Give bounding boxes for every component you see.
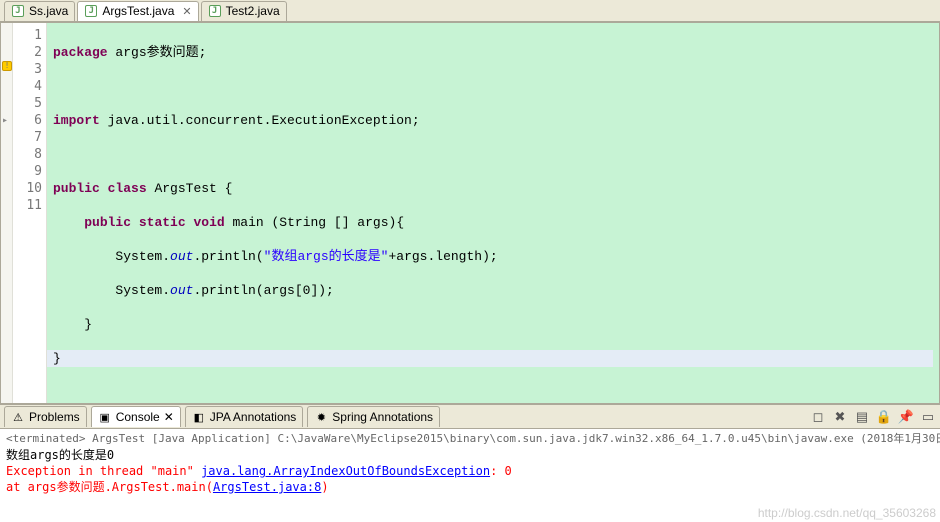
clear-icon[interactable]: ▤ xyxy=(854,409,870,425)
bottom-panel: ⚠ Problems ▣ Console ✕ ◧ JPA Annotations… xyxy=(0,404,940,522)
terminated-status: <terminated> ArgsTest [Java Application]… xyxy=(6,431,934,447)
code-editor: ! ▸ 1 2 3 4 5 6 7 8 9 10 11 package args… xyxy=(0,22,940,404)
remove-launch-icon[interactable]: ◻ xyxy=(810,409,826,425)
line-number: 8 xyxy=(13,146,42,163)
tab-problems[interactable]: ⚠ Problems xyxy=(4,406,87,427)
watermark: http://blog.csdn.net/qq_35603268 xyxy=(758,506,936,520)
scroll-lock-icon[interactable]: 🔒 xyxy=(876,409,892,425)
line-number: 11 xyxy=(13,197,42,214)
tab-label: Spring Annotations xyxy=(332,410,433,424)
tab-label: Test2.java xyxy=(226,4,280,18)
java-file-icon: J xyxy=(208,4,222,18)
spring-icon: ✹ xyxy=(314,410,328,424)
exception-link[interactable]: java.lang.ArrayIndexOutOfBoundsException xyxy=(201,464,490,478)
marker-bar xyxy=(1,23,13,403)
line-number: 7 xyxy=(13,129,42,146)
line-number: 4 xyxy=(13,78,42,95)
console-toolbar: ◻ ✖ ▤ 🔒 📌 ▭ xyxy=(810,409,936,425)
warning-icon[interactable]: ! xyxy=(2,61,12,71)
line-number: 3 xyxy=(13,61,42,78)
display-icon[interactable]: ▭ xyxy=(920,409,936,425)
tab-label: Ss.java xyxy=(29,4,68,18)
stacktrace-link[interactable]: ArgsTest.java:8 xyxy=(213,480,321,494)
close-icon[interactable]: ✕ xyxy=(164,410,174,424)
line-number: 2 xyxy=(13,44,42,61)
editor-tab-ss[interactable]: J Ss.java xyxy=(4,1,75,21)
tab-jpa-annotations[interactable]: ◧ JPA Annotations xyxy=(185,406,304,427)
line-number: 10 xyxy=(13,180,42,197)
code-area[interactable]: package args参数问题; import java.util.concu… xyxy=(47,23,939,403)
tab-console[interactable]: ▣ Console ✕ xyxy=(91,406,181,427)
line-number: 9 xyxy=(13,163,42,180)
console-icon: ▣ xyxy=(98,410,112,424)
tab-spring-annotations[interactable]: ✹ Spring Annotations xyxy=(307,406,440,427)
stderr-line: Exception in thread "main" java.lang.Arr… xyxy=(6,463,934,479)
line-number: 5 xyxy=(13,95,42,112)
editor-tab-argstest[interactable]: J ArgsTest.java ✕ xyxy=(77,1,198,21)
line-gutter: ! ▸ 1 2 3 4 5 6 7 8 9 10 11 xyxy=(13,23,47,403)
tab-label: Problems xyxy=(29,410,80,424)
close-icon[interactable]: ✕ xyxy=(182,5,191,18)
tab-label: Console xyxy=(116,410,160,424)
jpa-icon: ◧ xyxy=(192,410,206,424)
line-number: 1 xyxy=(13,27,42,44)
stdout-line: 数组args的长度是0 xyxy=(6,447,934,463)
bottom-tabs-bar: ⚠ Problems ▣ Console ✕ ◧ JPA Annotations… xyxy=(0,405,940,429)
fold-arrow-icon[interactable]: ▸ xyxy=(2,112,8,129)
java-file-icon: J xyxy=(84,4,98,18)
problems-icon: ⚠ xyxy=(11,410,25,424)
java-file-icon: J xyxy=(11,4,25,18)
editor-tab-test2[interactable]: J Test2.java xyxy=(201,1,287,21)
tab-label: JPA Annotations xyxy=(210,410,297,424)
tab-label: ArgsTest.java xyxy=(102,4,174,18)
pin-icon[interactable]: 📌 xyxy=(898,409,914,425)
editor-tabs-bar: J Ss.java J ArgsTest.java ✕ J Test2.java xyxy=(0,0,940,22)
remove-all-icon[interactable]: ✖ xyxy=(832,409,848,425)
line-number: 6 xyxy=(13,112,42,129)
stderr-line: at args参数问题.ArgsTest.main(ArgsTest.java:… xyxy=(6,479,934,495)
